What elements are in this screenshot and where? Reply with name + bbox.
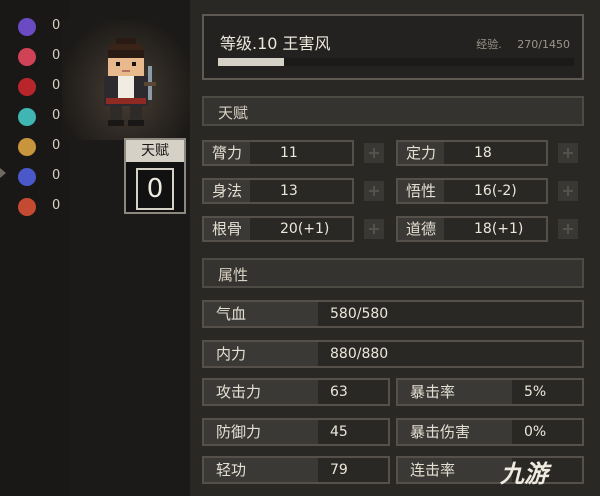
talent-constitution: 根骨 20(+1) <box>202 216 354 242</box>
experience-value: 270/1450 <box>517 38 570 51</box>
stun-icon <box>18 138 36 156</box>
stat-value: 20(+1) <box>280 221 330 237</box>
stat-value: 18(+1) <box>474 221 524 237</box>
stat-value: 16(-2) <box>474 183 517 199</box>
section-title: 属性 <box>218 266 249 284</box>
add-constitution-button[interactable] <box>364 219 384 239</box>
attribute-label: 气血 <box>204 302 318 326</box>
stat-label: 身法 <box>204 180 251 202</box>
status-row-bleed: 0 <box>18 76 60 98</box>
stat-label: 道德 <box>398 218 445 240</box>
stat-label: 悟性 <box>398 180 445 202</box>
talent-section-header: 天赋 <box>202 96 584 126</box>
burn-icon <box>18 198 36 216</box>
status-row-skull: 0 <box>18 16 60 38</box>
attribute-hp: 气血 580/580 <box>202 300 584 328</box>
level-and-name: 等级.10 王害风 <box>220 34 331 53</box>
character-header: 等级.10 王害风 经验. 270/1450 <box>202 14 584 80</box>
status-effects-panel: 0 0 0 0 0 0 0 <box>0 0 70 496</box>
talent-points-box: 天赋 0 <box>124 138 186 214</box>
attribute-value: 0% <box>524 424 547 440</box>
bleed-icon <box>18 78 36 96</box>
status-row-confusion: 0 <box>18 166 60 188</box>
status-row-stun: 0 <box>18 136 60 158</box>
character-portrait <box>104 38 156 126</box>
attribute-value: 5% <box>524 384 547 400</box>
status-value: 0 <box>52 18 61 33</box>
experience-bar-fill <box>218 58 285 66</box>
status-row-burn: 0 <box>18 196 60 218</box>
add-willpower-button[interactable] <box>558 143 578 163</box>
experience-readout: 经验. 270/1450 <box>476 36 570 52</box>
attribute-value: 63 <box>330 384 348 400</box>
attribute-value: 79 <box>330 462 348 478</box>
talent-comprehension: 悟性 16(-2) <box>396 178 548 204</box>
attribute-value: 880/880 <box>330 346 389 362</box>
talent-points-title: 天赋 <box>126 140 184 162</box>
status-row-broken-heart: 0 <box>18 46 60 68</box>
broken-heart-icon <box>18 48 36 66</box>
talent-morality: 道德 18(+1) <box>396 216 548 242</box>
talent-points-value: 0 <box>136 168 174 210</box>
attribute-defense: 防御力 45 <box>202 418 390 446</box>
stat-value: 13 <box>280 183 298 199</box>
add-agility-button[interactable] <box>364 181 384 201</box>
status-row-poison: 0 <box>18 106 60 128</box>
attribute-label: 暴击伤害 <box>398 420 512 444</box>
attribute-attack: 攻击力 63 <box>202 378 390 406</box>
attribute-label: 连击率 <box>398 458 512 482</box>
add-strength-button[interactable] <box>364 143 384 163</box>
talent-strength: 膂力 11 <box>202 140 354 166</box>
attribute-label: 攻击力 <box>204 380 318 404</box>
attributes-section-header: 属性 <box>202 258 584 288</box>
attribute-label: 轻功 <box>204 458 318 482</box>
skull-icon <box>18 18 36 36</box>
attribute-value: 45 <box>330 424 348 440</box>
attribute-label: 暴击率 <box>398 380 512 404</box>
status-value: 0 <box>52 168 61 183</box>
confusion-icon <box>18 168 36 186</box>
site-watermark: 九游 <box>500 460 548 488</box>
status-value: 0 <box>52 108 61 123</box>
stat-value: 18 <box>474 145 492 161</box>
status-value: 0 <box>52 138 61 153</box>
talent-agility: 身法 13 <box>202 178 354 204</box>
experience-label: 经验. <box>476 38 502 51</box>
stat-label: 根骨 <box>204 218 251 240</box>
poison-icon <box>18 108 36 126</box>
section-title: 天赋 <box>218 104 249 122</box>
stat-label: 定力 <box>398 142 445 164</box>
attribute-crit-damage: 暴击伤害 0% <box>396 418 584 446</box>
attribute-value: 580/580 <box>330 306 389 322</box>
attribute-agility: 轻功 79 <box>202 456 390 484</box>
add-morality-button[interactable] <box>558 219 578 239</box>
attribute-combo-rate: 连击率 <box>396 456 584 484</box>
add-comprehension-button[interactable] <box>558 181 578 201</box>
attribute-label: 防御力 <box>204 420 318 444</box>
experience-bar <box>218 58 574 66</box>
attribute-crit-rate: 暴击率 5% <box>396 378 584 406</box>
panel-toggle-arrow-icon[interactable] <box>0 168 6 178</box>
status-value: 0 <box>52 78 61 93</box>
stat-value: 11 <box>280 145 298 161</box>
attribute-label: 内力 <box>204 342 318 366</box>
status-value: 0 <box>52 48 61 63</box>
status-value: 0 <box>52 198 61 213</box>
talent-willpower: 定力 18 <box>396 140 548 166</box>
attribute-mp: 内力 880/880 <box>202 340 584 368</box>
stat-label: 膂力 <box>204 142 251 164</box>
